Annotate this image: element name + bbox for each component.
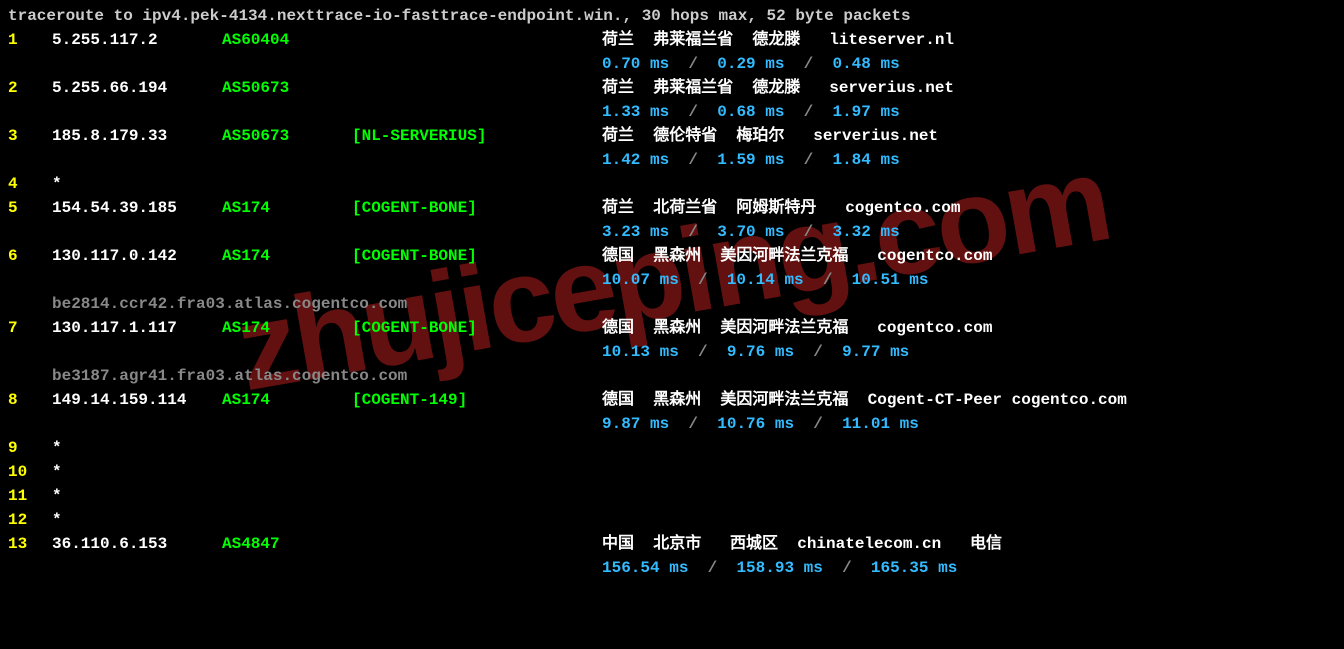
hop-latency-row: 1.33 ms / 0.68 ms / 1.97 ms <box>8 100 1336 124</box>
hop-tag: [COGENT-BONE] <box>352 244 602 268</box>
hop-row: 10* <box>8 460 1336 484</box>
hop-tag: [COGENT-BONE] <box>352 316 602 340</box>
hop-row: 4* <box>8 172 1336 196</box>
hop-number: 4 <box>8 172 52 196</box>
hop-asn: AS174 <box>222 388 352 412</box>
hop-ip: 5.255.117.2 <box>52 28 222 52</box>
hop-number: 12 <box>8 508 52 532</box>
hop-number: 9 <box>8 436 52 460</box>
hop-number: 6 <box>8 244 52 268</box>
hop-number: 13 <box>8 532 52 556</box>
hop-latency: 156.54 ms / 158.93 ms / 165.35 ms <box>602 556 957 580</box>
hop-location: 荷兰 德伦特省 梅珀尔 serverius.net <box>602 124 1336 148</box>
hop-asn: AS60404 <box>222 28 352 52</box>
hop-row: 9* <box>8 436 1336 460</box>
hop-ip: * <box>52 172 222 196</box>
hop-latency-row: 10.13 ms / 9.76 ms / 9.77 ms <box>8 340 1336 364</box>
hop-latency: 9.87 ms / 10.76 ms / 11.01 ms <box>602 412 919 436</box>
hop-location: 德国 黑森州 美因河畔法兰克福 cogentco.com <box>602 316 1336 340</box>
hop-ip: 154.54.39.185 <box>52 196 222 220</box>
hop-latency: 10.07 ms / 10.14 ms / 10.51 ms <box>602 268 928 292</box>
hop-latency-row: 3.23 ms / 3.70 ms / 3.32 ms <box>8 220 1336 244</box>
terminal-output: traceroute to ipv4.pek-4134.nexttrace-io… <box>8 4 1336 580</box>
hop-asn: AS174 <box>222 316 352 340</box>
hop-rdns: be3187.agr41.fra03.atlas.cogentco.com <box>52 364 1336 388</box>
hop-latency-row: 156.54 ms / 158.93 ms / 165.35 ms <box>8 556 1336 580</box>
hop-latency-row: 0.70 ms / 0.29 ms / 0.48 ms <box>8 52 1336 76</box>
hop-tag: [NL-SERVERIUS] <box>352 124 602 148</box>
hop-asn: AS174 <box>222 196 352 220</box>
hop-number: 3 <box>8 124 52 148</box>
hop-number: 11 <box>8 484 52 508</box>
hop-ip: 5.255.66.194 <box>52 76 222 100</box>
hop-row: 11* <box>8 484 1336 508</box>
hop-latency-row: 1.42 ms / 1.59 ms / 1.84 ms <box>8 148 1336 172</box>
hop-location: 荷兰 弗莱福兰省 德龙滕 serverius.net <box>602 76 1336 100</box>
hop-location: 荷兰 弗莱福兰省 德龙滕 liteserver.nl <box>602 28 1336 52</box>
hop-tag: [COGENT-BONE] <box>352 196 602 220</box>
hop-location: 德国 黑森州 美因河畔法兰克福 cogentco.com <box>602 244 1336 268</box>
hop-row: 8149.14.159.114AS174[COGENT-149]德国 黑森州 美… <box>8 388 1336 412</box>
hop-row: 12* <box>8 508 1336 532</box>
hop-number: 10 <box>8 460 52 484</box>
hop-latency: 0.70 ms / 0.29 ms / 0.48 ms <box>602 52 900 76</box>
hop-number: 5 <box>8 196 52 220</box>
hop-row: 3185.8.179.33AS50673[NL-SERVERIUS]荷兰 德伦特… <box>8 124 1336 148</box>
hop-ip: * <box>52 460 222 484</box>
hop-latency: 1.33 ms / 0.68 ms / 1.97 ms <box>602 100 900 124</box>
hop-rdns: be2814.ccr42.fra03.atlas.cogentco.com <box>52 292 1336 316</box>
hop-ip: * <box>52 484 222 508</box>
hop-asn: AS50673 <box>222 124 352 148</box>
traceroute-header: traceroute to ipv4.pek-4134.nexttrace-io… <box>8 4 1336 28</box>
hop-row: 5154.54.39.185AS174[COGENT-BONE]荷兰 北荷兰省 … <box>8 196 1336 220</box>
hop-number: 1 <box>8 28 52 52</box>
hop-latency: 1.42 ms / 1.59 ms / 1.84 ms <box>602 148 900 172</box>
hop-row: 1336.110.6.153AS4847 中国 北京市 西城区 chinatele… <box>8 532 1336 556</box>
hop-number: 2 <box>8 76 52 100</box>
hop-ip: 130.117.1.117 <box>52 316 222 340</box>
hop-row: 6130.117.0.142AS174[COGENT-BONE]德国 黑森州 美… <box>8 244 1336 268</box>
hop-ip: 185.8.179.33 <box>52 124 222 148</box>
hop-row: 25.255.66.194AS50673 荷兰 弗莱福兰省 德龙滕 serveri… <box>8 76 1336 100</box>
hop-number: 8 <box>8 388 52 412</box>
hop-location: 荷兰 北荷兰省 阿姆斯特丹 cogentco.com <box>602 196 1336 220</box>
hop-asn: AS174 <box>222 244 352 268</box>
hop-ip: * <box>52 508 222 532</box>
hop-latency: 10.13 ms / 9.76 ms / 9.77 ms <box>602 340 909 364</box>
hop-location: 中国 北京市 西城区 chinatelecom.cn 电信 <box>602 532 1336 556</box>
hop-ip: 130.117.0.142 <box>52 244 222 268</box>
hop-number: 7 <box>8 316 52 340</box>
hop-latency: 3.23 ms / 3.70 ms / 3.32 ms <box>602 220 900 244</box>
hop-latency-row: 10.07 ms / 10.14 ms / 10.51 ms <box>8 268 1336 292</box>
hop-row: 15.255.117.2AS60404 荷兰 弗莱福兰省 德龙滕 liteserv… <box>8 28 1336 52</box>
hop-row: 7130.117.1.117AS174[COGENT-BONE]德国 黑森州 美… <box>8 316 1336 340</box>
hop-ip: 149.14.159.114 <box>52 388 222 412</box>
hop-location: 德国 黑森州 美因河畔法兰克福 Cogent-CT-Peer cogentco.… <box>602 388 1336 412</box>
hop-asn: AS50673 <box>222 76 352 100</box>
hop-tag: [COGENT-149] <box>352 388 602 412</box>
hop-latency-row: 9.87 ms / 10.76 ms / 11.01 ms <box>8 412 1336 436</box>
hop-asn: AS4847 <box>222 532 352 556</box>
hop-ip: 36.110.6.153 <box>52 532 222 556</box>
hop-ip: * <box>52 436 222 460</box>
